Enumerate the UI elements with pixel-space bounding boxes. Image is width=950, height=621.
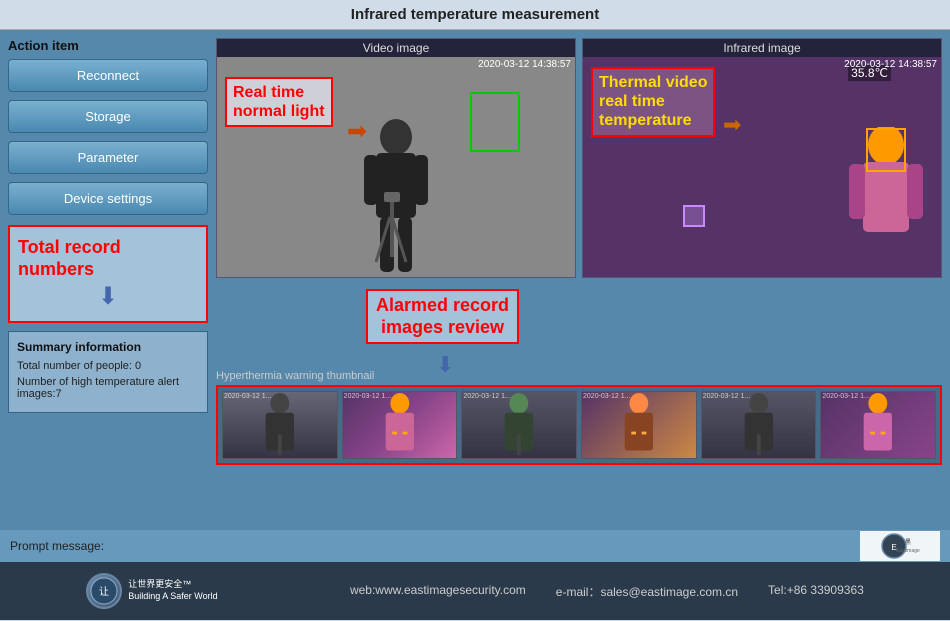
app-title: Infrared temperature measurement	[351, 6, 599, 23]
svg-text:黑: 黑	[905, 539, 911, 546]
device-settings-button[interactable]: Device settings	[8, 182, 208, 215]
action-buttons: Reconnect Storage Parameter Device setti…	[8, 59, 208, 215]
thumb-1[interactable]: 2020-03-12 1...	[222, 391, 338, 459]
thumb-6[interactable]: 2020-03-12 1...	[820, 391, 936, 459]
annotation-arrow-right: ➡	[347, 117, 367, 146]
thumbnails-label: Hyperthermia warning thumbnail	[216, 370, 942, 382]
prompt-label: Prompt message:	[10, 539, 104, 553]
reconnect-button[interactable]: Reconnect	[8, 59, 208, 92]
action-item-label: Action item	[8, 38, 208, 53]
thermal-text: Thermal video real time temperature	[599, 73, 707, 131]
summary-alert-count: Number of high temperature alert images:…	[17, 376, 199, 400]
parameter-button[interactable]: Parameter	[8, 141, 208, 174]
thumb-2-timestamp: 2020-03-12 1...	[344, 393, 391, 400]
thermal-arrow: ➡	[723, 112, 741, 138]
thumb-1-timestamp: 2020-03-12 1...	[224, 393, 271, 400]
footer-website: web:www.eastimagesecurity.com	[350, 583, 526, 600]
thermal-annotation: Thermal video real time temperature	[591, 67, 715, 137]
storage-button[interactable]: Storage	[8, 100, 208, 133]
real-time-text: Real time normal light	[233, 83, 325, 121]
footer-links: web:www.eastimagesecurity.com e-mail：sal…	[350, 583, 864, 600]
square-marker	[683, 205, 705, 227]
thermal-person	[841, 127, 931, 277]
thumb-4-timestamp: 2020-03-12 1...	[583, 393, 630, 400]
infrared-section-label: Infrared image	[583, 39, 941, 57]
title-bar: Infrared temperature measurement	[0, 0, 950, 30]
alarmed-annotation: Alarmed record images review	[366, 289, 519, 344]
summary-box: Summary information Total number of peop…	[8, 331, 208, 413]
logo-area: E 黑 Eastimage	[860, 531, 940, 561]
video-section: Video image 2020-03-12 14:38:57	[216, 38, 576, 278]
total-record-text: Total record numbers	[18, 237, 198, 280]
right-panel: Video image 2020-03-12 14:38:57	[216, 38, 942, 522]
svg-text:Eastimage: Eastimage	[896, 548, 920, 554]
video-row: Video image 2020-03-12 14:38:57	[216, 38, 942, 278]
green-face-box	[470, 92, 520, 152]
video-content: 2020-03-12 14:38:57	[217, 57, 575, 277]
thumb-5[interactable]: 2020-03-12 1...	[701, 391, 817, 459]
footer-tel: Tel:+86 33909363	[768, 583, 864, 600]
thumb-3[interactable]: 2020-03-12 1...	[461, 391, 577, 459]
footer: 让 让世界更安全™ Building A Safer World web:www…	[0, 562, 950, 620]
total-record-box: Total record numbers ⬇	[8, 225, 208, 323]
bottom-bar: Prompt message: E 黑 Eastimage	[0, 530, 950, 562]
real-time-annotation: Real time normal light	[225, 77, 333, 127]
thumb-5-timestamp: 2020-03-12 1...	[703, 393, 750, 400]
footer-email: e-mail：sales@eastimage.com.cn	[556, 583, 738, 600]
footer-logo: 让 让世界更安全™ Building A Safer World	[86, 573, 217, 609]
thumb-4[interactable]: 2020-03-12 1...	[581, 391, 697, 459]
alarmed-section: Alarmed record images review ⬇	[216, 284, 942, 364]
summary-title: Summary information	[17, 340, 199, 354]
left-panel: Action item Reconnect Storage Parameter …	[8, 38, 208, 522]
main-area: Action item Reconnect Storage Parameter …	[0, 30, 950, 530]
video-section-label: Video image	[217, 39, 575, 57]
video-timestamp: 2020-03-12 14:38:57	[478, 59, 571, 70]
thumb-3-timestamp: 2020-03-12 1...	[463, 393, 510, 400]
alarmed-arrow-down: ⬇	[436, 352, 454, 378]
total-record-arrow: ⬇	[18, 282, 198, 311]
thumb-6-timestamp: 2020-03-12 1...	[822, 393, 869, 400]
infrared-timestamp: 2020-03-12 14:38:57	[844, 59, 937, 70]
thumbnails-section: Hyperthermia warning thumbnail 2020-03-1…	[216, 370, 942, 522]
infrared-section: Infrared image 2020-03-12 14:38:57 35.8℃	[582, 38, 942, 278]
thumb-2[interactable]: 2020-03-12 1...	[342, 391, 458, 459]
thumbnails-container: 2020-03-12 1... 2020-03-12 1...	[216, 385, 942, 465]
footer-logo-text: 让世界更安全™ Building A Safer World	[128, 579, 217, 602]
footer-logo-circle: 让	[86, 573, 122, 609]
alarmed-text: Alarmed record images review	[376, 295, 509, 338]
svg-text:让: 让	[99, 586, 109, 598]
person-silhouette	[356, 117, 436, 277]
summary-people-count: Total number of people: 0	[17, 360, 199, 372]
infrared-content: 2020-03-12 14:38:57 35.8℃ Th	[583, 57, 941, 277]
